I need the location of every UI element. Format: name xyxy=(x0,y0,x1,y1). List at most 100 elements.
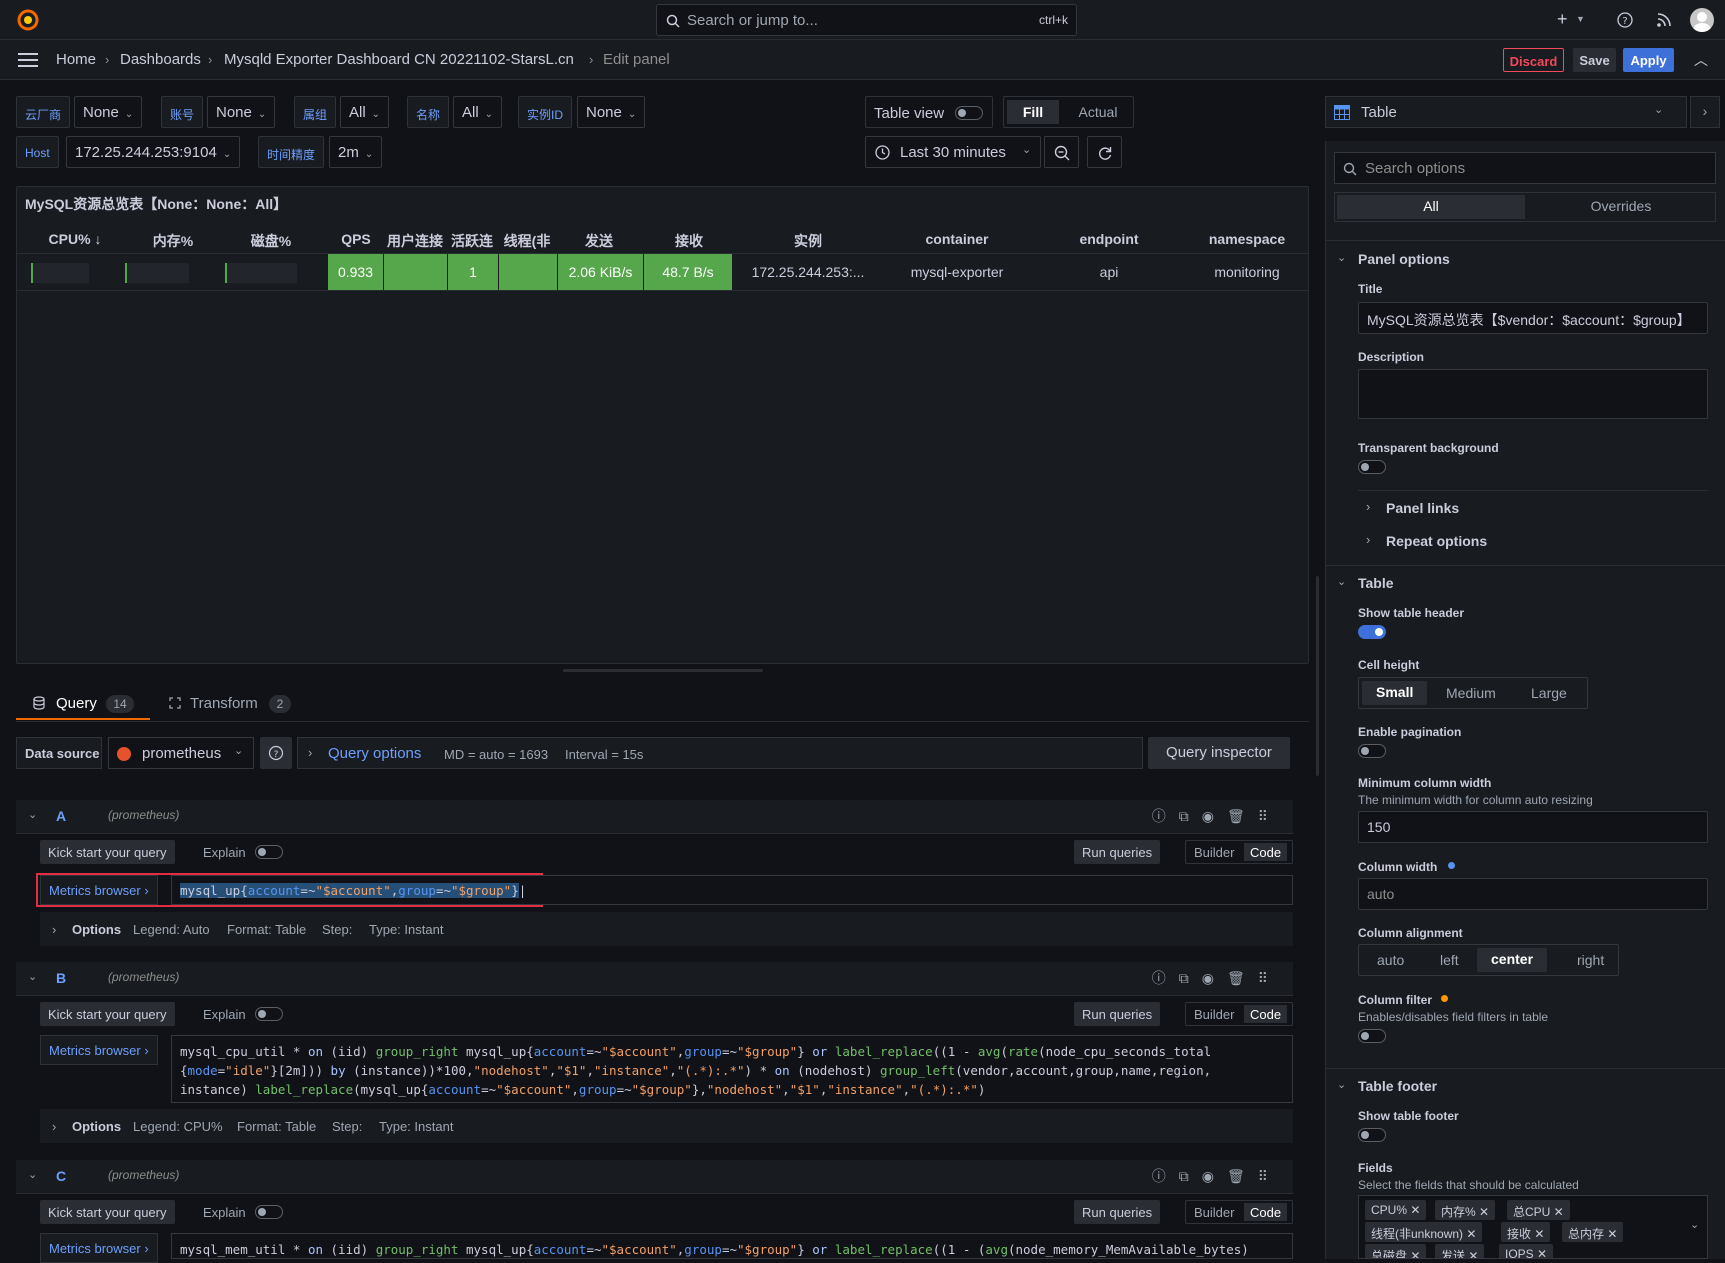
query-options-bar[interactable]: › Query options MD = auto = 1693 Interva… xyxy=(297,737,1143,769)
help-icon[interactable]: ? xyxy=(1617,12,1633,28)
run-queries-button[interactable]: Run queries xyxy=(1074,1002,1161,1026)
query-row-actions[interactable]: ⓘ⧉◉🗑⠿ xyxy=(1152,968,1281,988)
column-header-sent[interactable]: 发送 xyxy=(558,231,640,251)
overrides-tab[interactable]: Overrides xyxy=(1527,195,1715,219)
kick-start-button[interactable]: Kick start your query xyxy=(40,840,175,864)
breadcrumb-dashboards[interactable]: Dashboards xyxy=(120,51,201,68)
title-input[interactable]: MySQL资源总览表【$vendor：$account：$group】 xyxy=(1358,302,1708,334)
min-column-width-input[interactable]: 150 xyxy=(1358,811,1708,843)
zoom-out-button[interactable] xyxy=(1044,136,1079,168)
column-header-namespace[interactable]: namespace xyxy=(1187,231,1307,247)
actual-option[interactable]: Actual xyxy=(1068,100,1128,124)
kick-start-button[interactable]: Kick start your query xyxy=(40,1002,175,1026)
breadcrumb-dashboard-name[interactable]: Mysqld Exporter Dashboard CN 20221102-St… xyxy=(224,51,574,68)
refresh-button[interactable] xyxy=(1087,136,1122,168)
query-letter-b[interactable]: B xyxy=(56,970,66,986)
query-options-row-a[interactable]: › Options Legend: Auto Format: Table Ste… xyxy=(40,912,1293,946)
field-tag[interactable]: 线程(非unknown) ✕ xyxy=(1365,1222,1483,1242)
column-header-cpu[interactable]: CPU% ↓ xyxy=(25,231,125,247)
collapse-chevron-icon[interactable]: ⌄ xyxy=(28,970,37,983)
visualization-picker[interactable]: Table ⌄ xyxy=(1325,96,1687,128)
variable-select-time-precision[interactable]: 2m ⌄ xyxy=(329,136,383,168)
fields-multiselect[interactable]: CPU% ✕ 内存% ✕ 总CPU ✕ 线程(非unknown) ✕ 接收 ✕ … xyxy=(1358,1195,1708,1259)
field-tag[interactable]: 发送 ✕ xyxy=(1435,1244,1485,1258)
panel-links-section[interactable]: Panel links xyxy=(1386,500,1459,516)
column-header-container[interactable]: container xyxy=(883,231,1031,247)
field-tag[interactable]: 总内存 ✕ xyxy=(1562,1222,1624,1242)
menu-icon[interactable] xyxy=(18,52,38,68)
column-header-received[interactable]: 接收 xyxy=(647,231,731,251)
grafana-logo-icon[interactable] xyxy=(16,8,40,32)
rss-news-icon[interactable] xyxy=(1656,12,1672,28)
chevron-down-icon[interactable]: ⌄ xyxy=(1690,1218,1699,1231)
builder-option[interactable]: Builder xyxy=(1194,845,1234,860)
query-options-row-b[interactable]: › Options Legend: CPU% Format: Table Ste… xyxy=(40,1109,1293,1143)
query-letter-c[interactable]: C xyxy=(56,1168,66,1184)
column-header-active-connections[interactable]: 活跃连 xyxy=(450,231,494,251)
collapse-chevron-icon[interactable]: ⌄ xyxy=(28,808,37,821)
column-header-threads[interactable]: 线程(非 xyxy=(500,231,554,251)
column-header-disk[interactable]: 磁盘% xyxy=(221,231,321,251)
column-header-qps[interactable]: QPS xyxy=(328,231,384,247)
cell-height-large[interactable]: Large xyxy=(1531,685,1567,701)
variable-select-instance-id[interactable]: None ⌄ xyxy=(577,96,646,128)
search-options-input[interactable]: Search options xyxy=(1334,152,1716,184)
column-header-instance[interactable]: 实例 xyxy=(737,231,879,251)
add-icon[interactable]: + xyxy=(1557,9,1568,30)
cell-height-small[interactable]: Small xyxy=(1362,681,1428,705)
variable-select-account[interactable]: None ⌄ xyxy=(207,96,276,128)
query-row-actions[interactable]: ⓘ⧉◉🗑⠿ xyxy=(1152,1166,1281,1186)
table-view-switch[interactable] xyxy=(955,106,983,120)
query-row-b-header[interactable]: ⌄ B (prometheus) ⓘ⧉◉🗑⠿ xyxy=(16,962,1293,996)
align-center[interactable]: center xyxy=(1477,948,1548,972)
datasource-help-button[interactable]: ? xyxy=(260,737,292,769)
variable-select-group[interactable]: All ⌄ xyxy=(340,96,390,128)
field-tag[interactable]: 总磁盘 ✕ xyxy=(1365,1244,1427,1258)
query-row-actions[interactable]: ⓘ⧉◉🗑⠿ xyxy=(1152,806,1281,826)
collapse-options-button[interactable]: › xyxy=(1690,96,1720,128)
metrics-browser-button[interactable]: Metrics browser › xyxy=(40,1035,158,1065)
explain-toggle[interactable] xyxy=(255,1007,283,1021)
query-editor-b[interactable]: mysql_cpu_util * on (iid) group_right my… xyxy=(171,1035,1293,1103)
column-header-endpoint[interactable]: endpoint xyxy=(1035,231,1183,247)
field-tag[interactable]: IOPS ✕ xyxy=(1499,1244,1554,1258)
column-filter-toggle[interactable] xyxy=(1358,1029,1386,1043)
discard-button[interactable]: Discard xyxy=(1503,48,1564,72)
metrics-browser-button[interactable]: Metrics browser › xyxy=(40,875,158,905)
variable-select-vendor[interactable]: None ⌄ xyxy=(74,96,143,128)
fill-option[interactable]: Fill xyxy=(1007,100,1059,124)
resize-handle[interactable] xyxy=(563,669,763,672)
variable-select-name[interactable]: All ⌄ xyxy=(453,96,503,128)
builder-option[interactable]: Builder xyxy=(1194,1205,1234,1220)
user-avatar[interactable] xyxy=(1690,8,1714,32)
query-editor-c[interactable]: mysql_mem_util * on (iid) group_right my… xyxy=(171,1233,1293,1259)
field-tag[interactable]: 总CPU ✕ xyxy=(1507,1200,1570,1220)
cell-height-medium[interactable]: Medium xyxy=(1446,685,1496,701)
collapse-chevron-icon[interactable]: ⌄ xyxy=(28,1168,37,1181)
repeat-options-section[interactable]: Repeat options xyxy=(1386,533,1487,549)
apply-button[interactable]: Apply xyxy=(1623,48,1674,72)
table-view-toggle[interactable]: Table view xyxy=(865,96,993,128)
builder-option[interactable]: Builder xyxy=(1194,1007,1234,1022)
column-header-memory[interactable]: 内存% xyxy=(125,231,221,251)
field-tag[interactable]: 内存% ✕ xyxy=(1435,1200,1496,1220)
query-row-a-header[interactable]: ⌄ A (prometheus) ⓘ⧉◉🗑⠿ xyxy=(16,800,1293,834)
description-textarea[interactable] xyxy=(1358,369,1708,419)
code-option[interactable]: Code xyxy=(1244,1203,1288,1221)
variable-select-host[interactable]: 172.25.244.253:9104 ⌄ xyxy=(66,136,241,168)
save-button[interactable]: Save xyxy=(1573,48,1616,72)
code-option[interactable]: Code xyxy=(1244,843,1288,861)
breadcrumb-home[interactable]: Home xyxy=(56,51,96,68)
table-footer-section[interactable]: Table footer xyxy=(1358,1078,1437,1094)
code-option[interactable]: Code xyxy=(1244,1005,1288,1023)
field-tag[interactable]: 接收 ✕ xyxy=(1501,1222,1551,1242)
run-queries-button[interactable]: Run queries xyxy=(1074,1200,1161,1224)
show-table-footer-toggle[interactable] xyxy=(1358,1128,1386,1142)
explain-toggle[interactable] xyxy=(255,1205,283,1219)
show-table-header-toggle[interactable] xyxy=(1358,625,1386,639)
chevron-down-icon[interactable]: ▼ xyxy=(1576,14,1585,24)
search-input[interactable]: Search or jump to... ctrl+k xyxy=(656,4,1077,36)
field-tag[interactable]: CPU% ✕ xyxy=(1365,1200,1427,1220)
explain-toggle[interactable] xyxy=(255,845,283,859)
tab-transform[interactable]: Transform 2 xyxy=(166,690,296,720)
